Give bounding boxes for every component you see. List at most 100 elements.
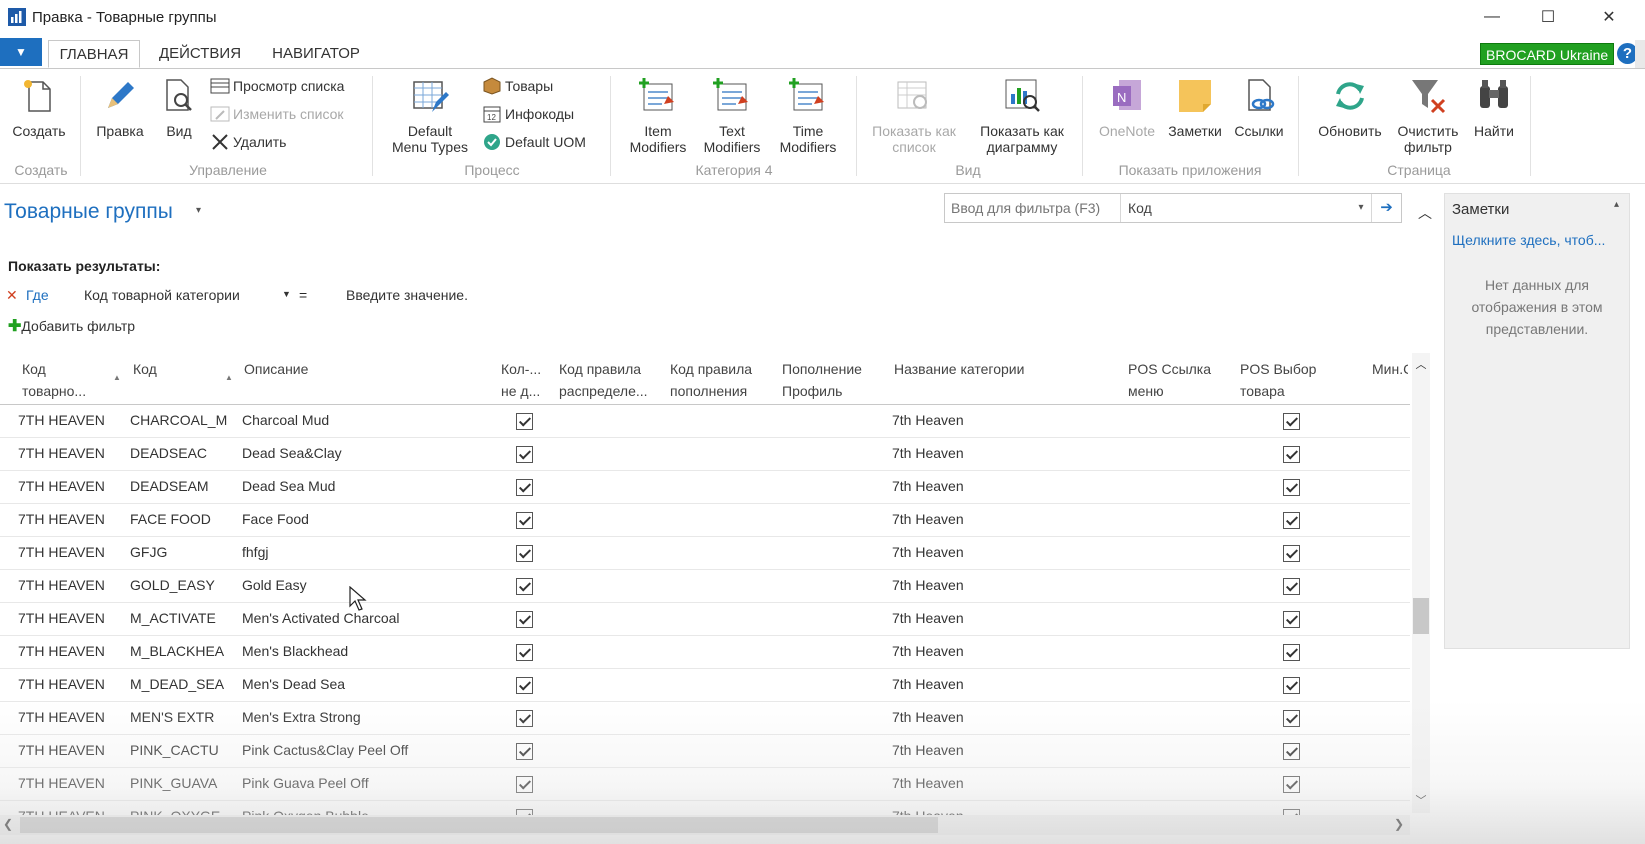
qty-checkbox[interactable] (516, 677, 533, 694)
pos-item-checkbox[interactable] (1283, 677, 1300, 694)
maximize-button[interactable]: ☐ (1522, 0, 1574, 34)
cell-category-name[interactable]: 7th Heaven (892, 610, 964, 626)
vertical-scrollbar[interactable] (1412, 353, 1430, 813)
tab-actions[interactable]: ДЕЙСТВИЯ (152, 40, 248, 68)
col-header-qty[interactable]: Кол-... не д... (501, 358, 541, 402)
qty-checkbox[interactable] (516, 545, 533, 562)
onenote-button[interactable]: N OneNote (1092, 76, 1162, 139)
cell-code[interactable]: GFJG (130, 544, 167, 560)
pos-item-checkbox[interactable] (1283, 512, 1300, 529)
cell-code[interactable]: FACE FOOD (130, 511, 211, 527)
pos-item-checkbox[interactable] (1283, 710, 1300, 727)
cell-category-code[interactable]: 7TH HEAVEN (18, 676, 105, 692)
infocodes-button[interactable]: 12 Инфокоды (482, 103, 574, 125)
cell-code[interactable]: DEADSEAC (130, 445, 207, 461)
cell-category-name[interactable]: 7th Heaven (892, 709, 964, 725)
cell-description[interactable]: Charcoal Mud (242, 412, 329, 428)
view-list-button[interactable]: Просмотр списка (210, 75, 344, 97)
delete-button[interactable]: Удалить (210, 131, 286, 153)
collapse-filter-pane-button[interactable]: ︿ (1418, 203, 1432, 223)
cell-category-code[interactable]: 7TH HEAVEN (18, 709, 105, 725)
cell-category-code[interactable]: 7TH HEAVEN (18, 775, 105, 791)
collapse-icon[interactable]: ▴ (1614, 199, 1619, 210)
scroll-up-icon[interactable]: ︿ (1412, 356, 1430, 372)
filter-field-name[interactable]: Код товарной категории (84, 287, 240, 303)
cell-description[interactable]: Men's Blackhead (242, 643, 348, 659)
cell-category-name[interactable]: 7th Heaven (892, 775, 964, 791)
cell-description[interactable]: Dead Sea Mud (242, 478, 335, 494)
cell-category-code[interactable]: 7TH HEAVEN (18, 610, 105, 626)
qty-checkbox[interactable] (516, 578, 533, 595)
cell-category-code[interactable]: 7TH HEAVEN (18, 412, 105, 428)
filter-field-select[interactable]: Код (1122, 194, 1370, 222)
pos-item-checkbox[interactable] (1283, 776, 1300, 793)
pos-item-checkbox[interactable] (1283, 611, 1300, 628)
table-row[interactable]: 7TH HEAVEN FACE FOOD Face Food 7th Heaven (0, 504, 1410, 537)
chevron-down-icon[interactable]: ▾ (1353, 194, 1369, 222)
cell-category-name[interactable]: 7th Heaven (892, 511, 964, 527)
notes-button[interactable]: Заметки (1164, 76, 1226, 139)
page-title[interactable]: Товарные группы (4, 200, 173, 224)
col-header-repl-profile[interactable]: Пополнение Профиль (782, 358, 862, 402)
scroll-right-icon[interactable]: ❯ (1394, 817, 1404, 831)
cell-category-name[interactable]: 7th Heaven (892, 445, 964, 461)
cell-code[interactable]: DEADSEAM (130, 478, 209, 494)
cell-description[interactable]: Dead Sea&Clay (242, 445, 342, 461)
minimize-button[interactable]: — (1466, 0, 1518, 34)
view-button[interactable]: Вид (158, 76, 200, 139)
cell-category-code[interactable]: 7TH HEAVEN (18, 643, 105, 659)
cell-category-code[interactable]: 7TH HEAVEN (18, 478, 105, 494)
cell-description[interactable]: Men's Extra Strong (242, 709, 361, 725)
clear-filter-button[interactable]: Очистить фильтр (1388, 76, 1468, 155)
refresh-button[interactable]: Обновить (1310, 76, 1390, 139)
qty-checkbox[interactable] (516, 512, 533, 529)
pos-item-checkbox[interactable] (1283, 479, 1300, 496)
filter-where-label[interactable]: Где (26, 287, 49, 303)
horizontal-scroll-thumb[interactable] (20, 817, 938, 833)
create-button[interactable]: Создать (8, 76, 70, 139)
time-modifiers-button[interactable]: Time Modifiers (770, 76, 846, 155)
col-header-pos-item[interactable]: POS Выбор товара (1240, 358, 1316, 402)
cell-category-code[interactable]: 7TH HEAVEN (18, 544, 105, 560)
filter-value-input[interactable]: Введите значение. (346, 287, 468, 303)
remove-filter-icon[interactable]: ✕ (6, 287, 18, 304)
col-header-category-code[interactable]: Код товарно... (22, 358, 86, 402)
qty-checkbox[interactable] (516, 611, 533, 628)
cell-code[interactable]: MEN'S EXTR (130, 709, 214, 725)
pos-item-checkbox[interactable] (1283, 446, 1300, 463)
scroll-down-icon[interactable]: ﹀ (1412, 792, 1430, 808)
table-row[interactable]: 7TH HEAVEN DEADSEAC Dead Sea&Clay 7th Heave… (0, 438, 1410, 471)
cell-category-code[interactable]: 7TH HEAVEN (18, 742, 105, 758)
qty-checkbox[interactable] (516, 446, 533, 463)
cell-category-name[interactable]: 7th Heaven (892, 478, 964, 494)
filter-search-input[interactable] (945, 194, 1121, 222)
cell-category-name[interactable]: 7th Heaven (892, 643, 964, 659)
col-header-min[interactable]: Мин.С (1372, 358, 1408, 380)
cell-category-name[interactable]: 7th Heaven (892, 412, 964, 428)
col-header-repl-rule[interactable]: Код правила пополнения (670, 358, 752, 402)
cell-description[interactable]: Pink Guava Peel Off (242, 775, 369, 791)
cell-description[interactable]: Face Food (242, 511, 309, 527)
cell-description[interactable]: Men's Activated Charcoal (242, 610, 400, 626)
qty-checkbox[interactable] (516, 413, 533, 430)
table-row[interactable]: 7TH HEAVEN MEN'S EXTR Men's Extra Strong 7t… (0, 702, 1410, 735)
qty-checkbox[interactable] (516, 743, 533, 760)
show-as-list-button[interactable]: Показать как список (866, 76, 962, 155)
pos-item-checkbox[interactable] (1283, 545, 1300, 562)
add-filter-button[interactable]: ✚Добавить фильтр (8, 316, 135, 336)
table-row[interactable]: 7TH HEAVEN DEADSEAM Dead Sea Mud 7th Heaven (0, 471, 1410, 504)
title-menu-icon[interactable]: ▾ (196, 205, 201, 216)
cell-category-name[interactable]: 7th Heaven (892, 544, 964, 560)
cell-description[interactable]: fhfgj (242, 544, 268, 560)
show-as-chart-button[interactable]: Показать как диаграмму (970, 76, 1074, 155)
cell-code[interactable]: M_ACTIVATE (130, 610, 216, 626)
edit-button[interactable]: Правка (90, 76, 150, 139)
col-header-description[interactable]: Описание (244, 358, 308, 380)
col-header-pos-menu[interactable]: POS Ссылка меню (1128, 358, 1211, 402)
tab-home[interactable]: ГЛАВНАЯ (48, 40, 140, 68)
app-menu-button[interactable]: ▼ (0, 38, 42, 66)
table-row[interactable]: 7TH HEAVEN M_BLACKHEA Men's Blackhead 7th H… (0, 636, 1410, 669)
default-uom-button[interactable]: Default UOM (482, 131, 586, 153)
table-row[interactable]: 7TH HEAVEN GFJG fhfgj 7th Heaven (0, 537, 1410, 570)
tab-navigator[interactable]: НАВИГАТОР (264, 40, 368, 68)
